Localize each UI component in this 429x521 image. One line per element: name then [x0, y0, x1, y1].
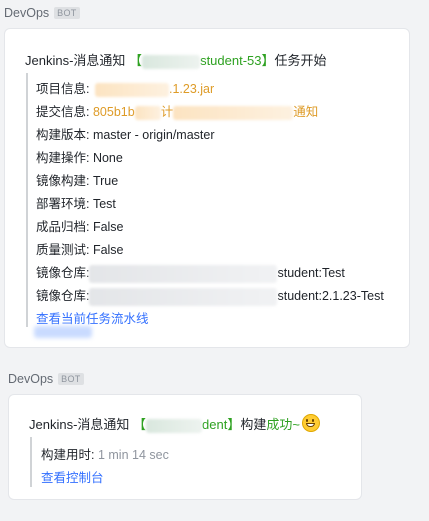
notification-card: Jenkins-消息通知 【dent】构建成功~ 构建用时: 1 min 14 …: [8, 394, 362, 500]
blurred-link-area: [34, 326, 92, 338]
notification-card: Jenkins-消息通知 【student-53】任务开始 项目信息: .1.2…: [4, 28, 410, 348]
project-info-value: .1.23.jar: [168, 82, 215, 96]
card-title: Jenkins-消息通知 【dent】构建成功~: [29, 414, 320, 433]
build-duration-row: 构建用时: 1 min 14 sec: [41, 444, 169, 463]
sender: DevOps BOT: [8, 372, 84, 386]
title-mid: 构建: [240, 417, 267, 432]
sender-name[interactable]: DevOps: [4, 6, 49, 20]
grinning-face-icon: [301, 414, 320, 432]
bot-badge: BOT: [54, 7, 80, 19]
qa-row: 质量测试: False: [36, 243, 124, 257]
image-repo-row-2: 镜像仓库: student:2.1.23-Test: [36, 285, 384, 306]
sender-name[interactable]: DevOps: [8, 372, 53, 386]
image-build-row: 镜像构建: True: [36, 174, 119, 188]
quote-bar: [26, 73, 28, 327]
deploy-env-row: 部署环境: Test: [36, 197, 116, 211]
project-name: 【dent】: [133, 417, 241, 433]
project-name: 【student-53】: [129, 53, 275, 69]
image-repo-row-1: 镜像仓库: student:Test: [36, 262, 345, 283]
title-suffix: 任务开始: [274, 53, 327, 68]
build-version-row: 构建版本: master - origin/master: [36, 128, 215, 142]
title-prefix: Jenkins-消息通知: [29, 417, 134, 432]
project-info-row: 项目信息: .1.23.jar: [36, 82, 215, 97]
quote-bar: [30, 437, 32, 487]
title-prefix: Jenkins-消息通知: [25, 53, 126, 68]
view-console-link[interactable]: 查看控制台: [41, 467, 104, 486]
sender: DevOps BOT: [4, 6, 80, 20]
view-pipeline-link[interactable]: 查看当前任务流水线: [36, 308, 149, 327]
build-operation-row: 构建操作: None: [36, 151, 123, 165]
status-text: 成功~: [266, 417, 300, 432]
commit-info-row: 提交信息: 805b1b 计通知: [36, 105, 319, 120]
duration-value: 1 min 14 sec: [97, 448, 169, 462]
bot-badge: BOT: [58, 373, 84, 385]
archive-row: 成品归档: False: [36, 220, 124, 234]
commit-hash: 805b1b: [92, 105, 135, 119]
card-title: Jenkins-消息通知 【student-53】任务开始: [25, 50, 327, 69]
duration-label: 构建用时:: [41, 448, 95, 462]
